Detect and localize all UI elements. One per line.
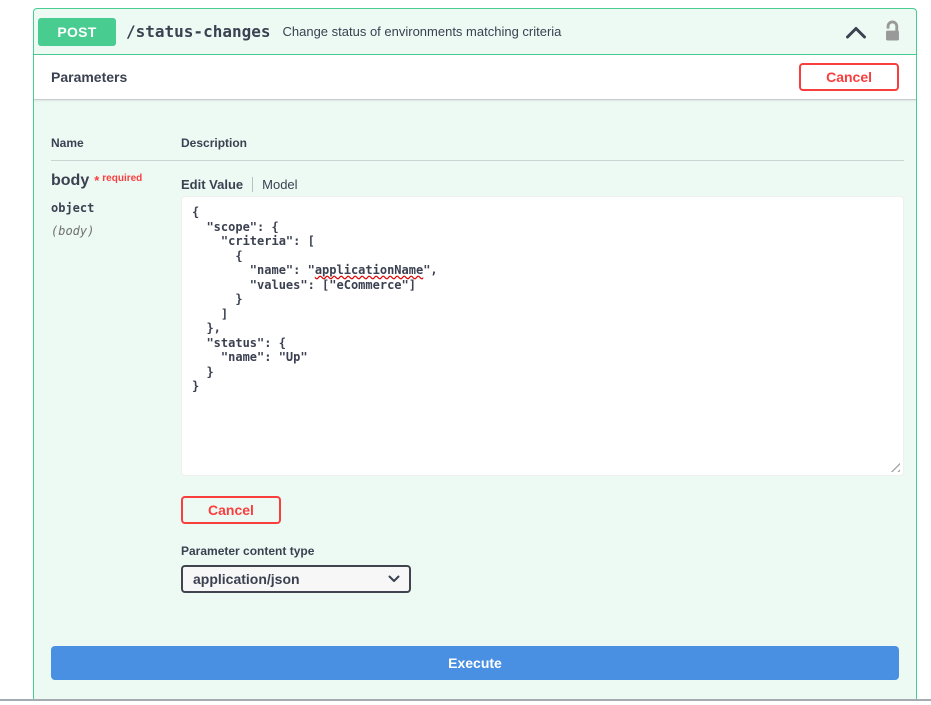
param-name-row: body *required	[51, 172, 181, 190]
editor-cancel-button[interactable]: Cancel	[181, 496, 281, 524]
endpoint-summary: Change status of environments matching c…	[283, 24, 846, 39]
operation-summary[interactable]: POST /status-changes Change status of en…	[34, 9, 916, 55]
param-name: body	[51, 172, 89, 189]
chevron-up-icon[interactable]	[845, 25, 867, 39]
tab-divider	[252, 177, 253, 192]
tab-edit-value[interactable]: Edit Value	[181, 177, 243, 192]
param-type: object	[51, 201, 181, 215]
resize-handle-icon[interactable]	[889, 461, 900, 472]
parameters-section-header: Parameters Cancel	[34, 55, 916, 100]
param-description-cell: Edit Value Model { "scope": { "criteria"…	[181, 161, 904, 593]
parameters-table: Name Description body *required object (b…	[51, 136, 904, 593]
opblock-post: POST /status-changes Change status of en…	[33, 8, 917, 699]
tab-model[interactable]: Model	[262, 177, 297, 192]
content-type-label: Parameter content type	[181, 544, 904, 558]
unlock-icon[interactable]	[883, 20, 902, 44]
body-editor-text: { "scope": { "criteria": [ { "name": "ap…	[192, 205, 893, 394]
column-header-description: Description	[181, 136, 904, 161]
required-label: required	[102, 173, 142, 184]
content-type-select-wrap: application/json	[181, 565, 411, 593]
cancel-button[interactable]: Cancel	[799, 63, 899, 91]
column-header-name: Name	[51, 136, 181, 161]
endpoint-path: /status-changes	[126, 22, 271, 41]
body-editor[interactable]: { "scope": { "criteria": [ { "name": "ap…	[181, 196, 904, 476]
http-method-badge: POST	[38, 18, 116, 46]
execute-button[interactable]: Execute	[51, 646, 899, 680]
content-type-select[interactable]: application/json	[181, 565, 411, 593]
required-asterisk: *	[94, 173, 99, 188]
parameters-title: Parameters	[51, 69, 127, 85]
swagger-operation-page: POST /status-changes Change status of en…	[0, 0, 931, 705]
editor-tabs: Edit Value Model	[181, 177, 904, 192]
page-bottom-divider	[0, 699, 931, 701]
param-name-cell: body *required object (body)	[51, 161, 181, 593]
param-location: (body)	[51, 224, 181, 238]
